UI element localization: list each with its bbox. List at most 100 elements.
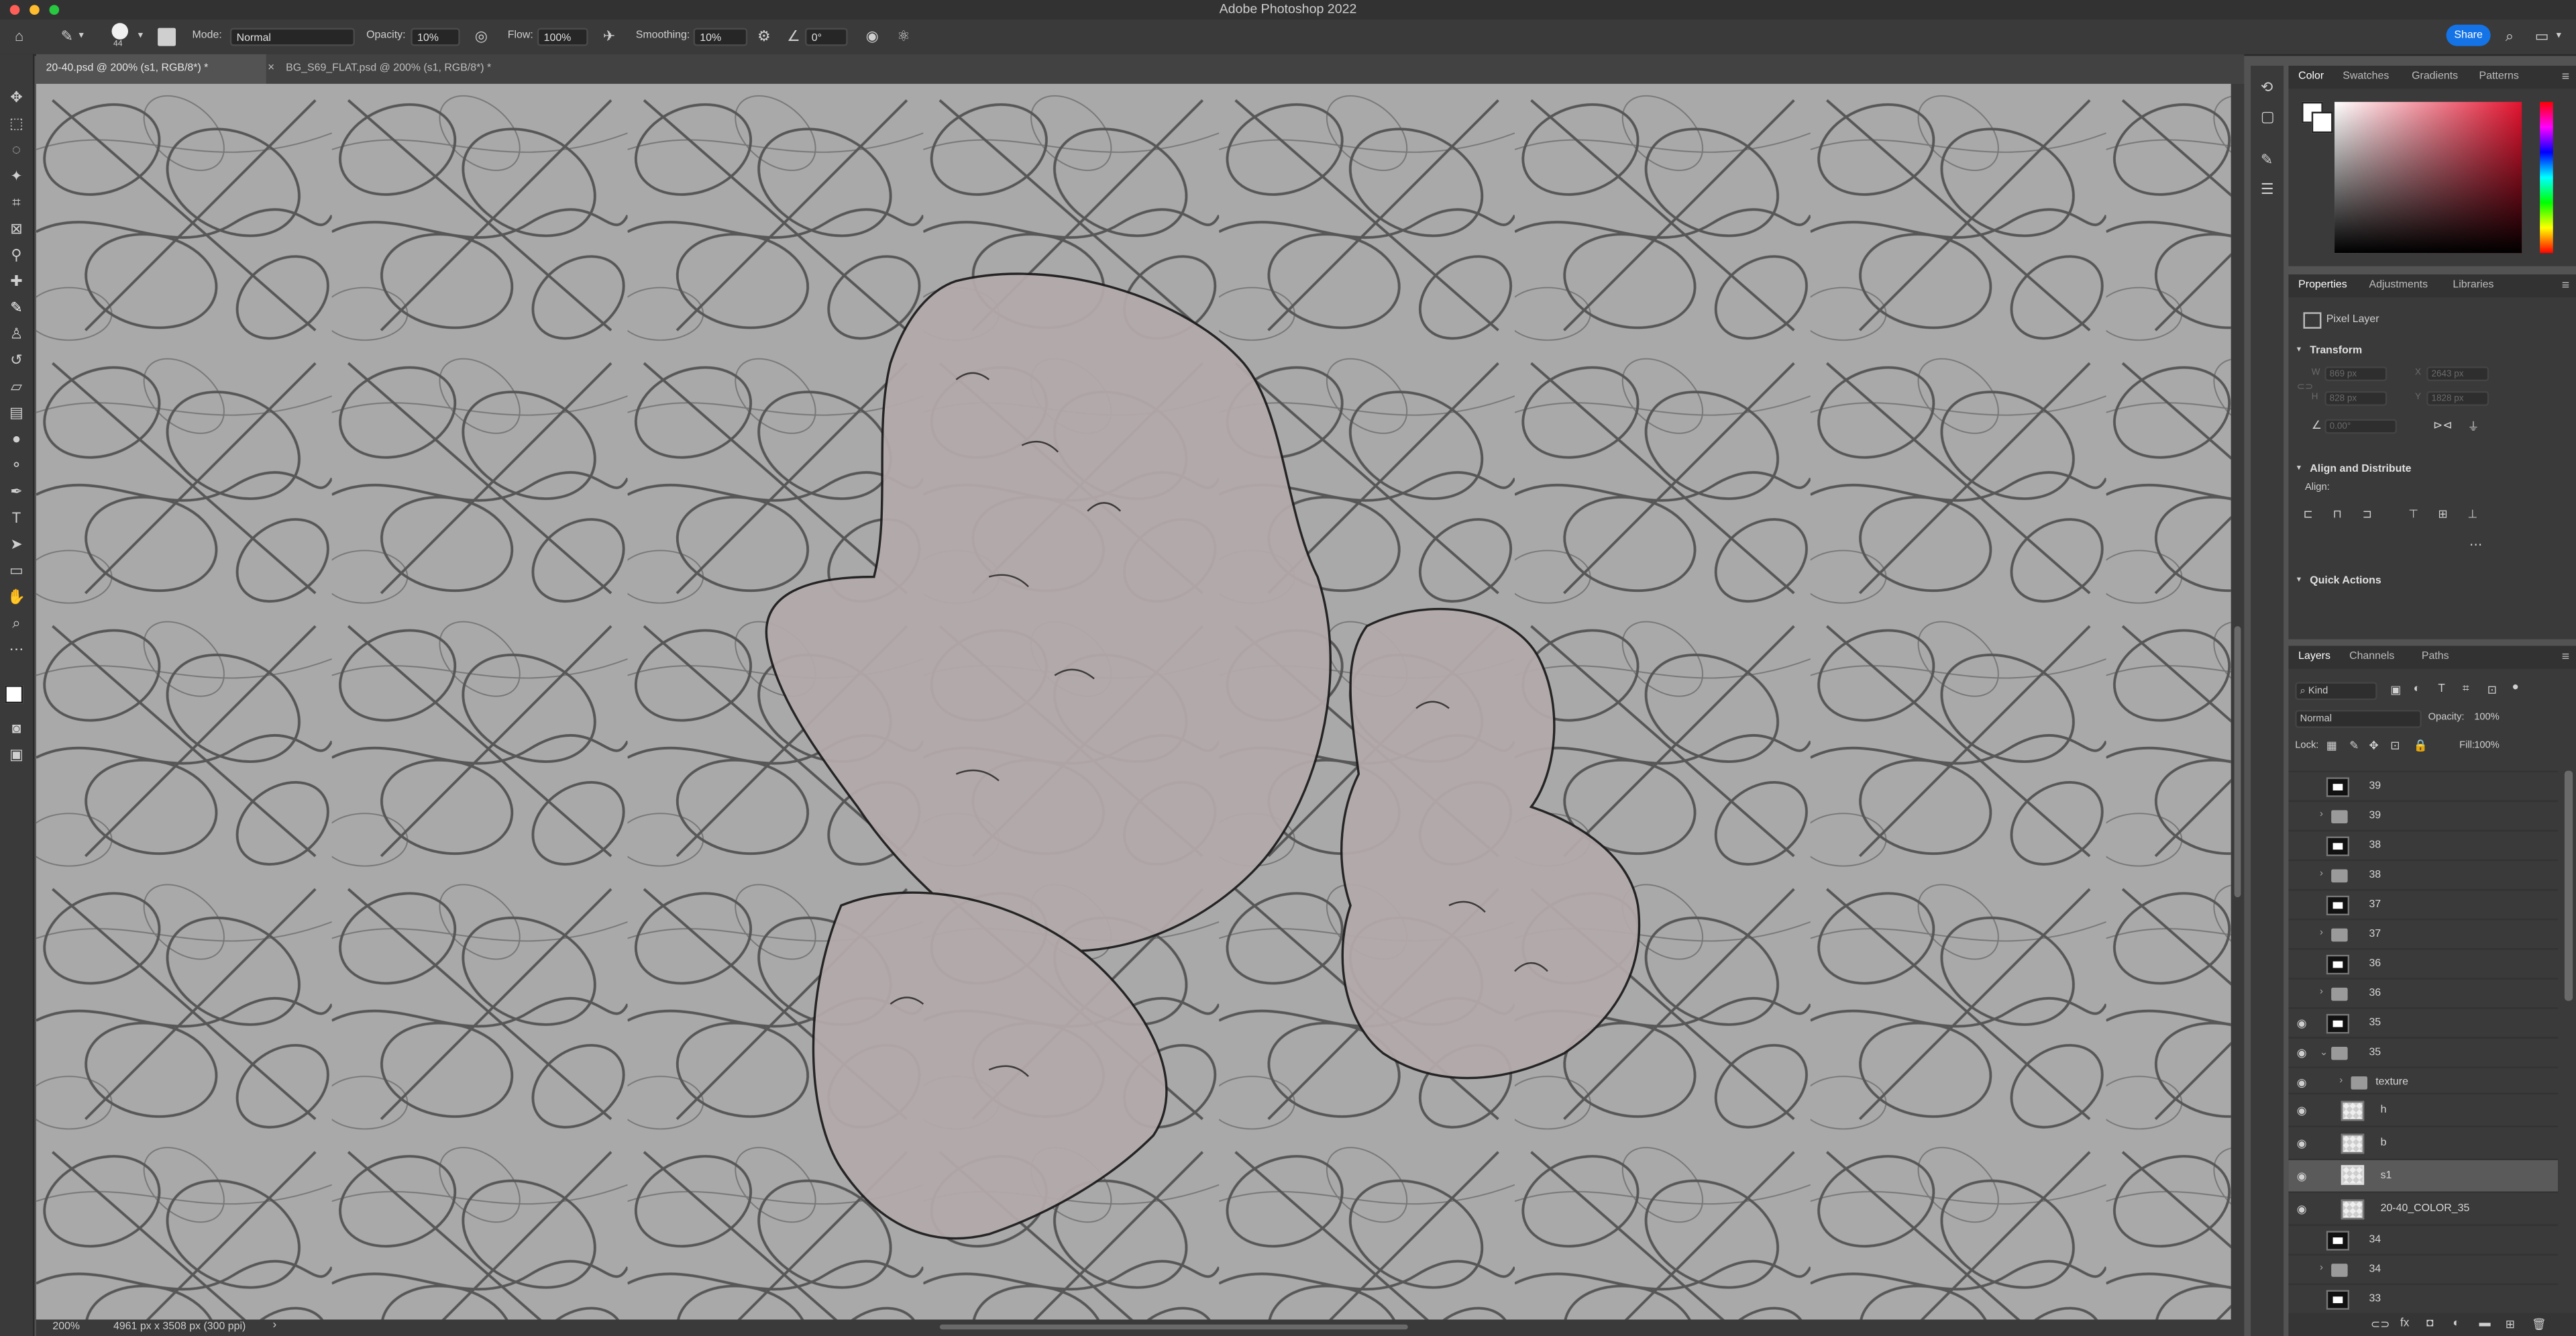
fill-value[interactable]: 100% — [2474, 741, 2500, 751]
align-left-icon[interactable]: ⊏ — [2303, 508, 2312, 521]
panel-menu-icon[interactable]: ≡ — [2562, 66, 2569, 89]
layer-row[interactable]: ◉ › texture — [2288, 1066, 2559, 1094]
layer-row[interactable]: › 34 — [2288, 1253, 2559, 1286]
filter-toggle-icon[interactable]: ● — [2512, 682, 2519, 693]
eyedropper-tool-icon[interactable]: ⚲ — [7, 245, 26, 264]
chevron-right-icon[interactable]: › — [273, 1320, 277, 1331]
layer-row[interactable]: 34 — [2288, 1224, 2559, 1256]
layer-row-selected[interactable]: ◉ s1 — [2288, 1158, 2559, 1193]
healing-brush-tool-icon[interactable]: ✚ — [7, 271, 26, 291]
eye-icon[interactable]: ◉ — [2297, 1170, 2307, 1183]
history-brush-tool-icon[interactable]: ↺ — [7, 350, 26, 370]
document-info[interactable]: 4961 px x 3508 px (300 ppi) — [113, 1321, 246, 1333]
angle-field[interactable]: 0.00° — [2324, 419, 2398, 434]
eye-icon[interactable]: ◉ — [2297, 1137, 2307, 1150]
filter-adjustment-icon[interactable]: ◐ — [2414, 684, 2420, 695]
layer-row[interactable]: ◉ b — [2288, 1125, 2559, 1160]
width-field[interactable]: 869 px — [2324, 366, 2387, 382]
filter-smart-object-icon[interactable]: ⊡ — [2487, 684, 2497, 697]
lock-move-icon[interactable]: ✥ — [2369, 739, 2378, 752]
lock-all-icon[interactable]: 🔒 — [2414, 739, 2428, 752]
layer-filter-select[interactable]: ⌕ Kind — [2295, 682, 2377, 701]
path-selection-tool-icon[interactable]: ➤ — [7, 534, 26, 554]
lock-paint-icon[interactable]: ✎ — [2349, 739, 2359, 752]
filter-shape-icon[interactable]: ⌗ — [2463, 684, 2469, 697]
align-center-icon[interactable]: ⊓ — [2333, 508, 2342, 521]
flow-field[interactable]: 100% — [537, 27, 588, 46]
marquee-tool-icon[interactable]: ⬚ — [7, 113, 26, 133]
eye-icon[interactable]: ◉ — [2297, 1047, 2307, 1060]
tab-color[interactable]: Color — [2298, 66, 2324, 89]
new-group-icon[interactable]: ▬ — [2479, 1318, 2491, 1329]
tab-adjustments[interactable]: Adjustments — [2369, 274, 2428, 297]
vertical-scrollbar[interactable] — [2231, 83, 2245, 1320]
screen-mode-icon[interactable]: ▣ — [7, 744, 26, 764]
layer-row[interactable]: 39 — [2288, 770, 2559, 803]
workspace-icon[interactable]: ▭ — [2535, 28, 2549, 44]
symmetry-icon[interactable]: ⚛ — [897, 28, 910, 44]
lock-artboard-icon[interactable]: ⊡ — [2390, 739, 2400, 752]
brushes-icon[interactable]: ✎ — [2261, 151, 2273, 167]
magic-wand-tool-icon[interactable]: ✦ — [7, 166, 26, 185]
layer-row[interactable]: 36 — [2288, 948, 2559, 980]
frame-tool-icon[interactable]: ⊠ — [7, 219, 26, 238]
eye-icon[interactable]: ◉ — [2297, 1203, 2307, 1216]
layer-row[interactable]: 37 — [2288, 888, 2559, 921]
share-button[interactable]: Share — [2446, 24, 2491, 46]
height-field[interactable]: 828 px — [2324, 391, 2387, 406]
layer-row[interactable]: ◉ 35 — [2288, 1007, 2559, 1039]
pen-tool-icon[interactable]: ✒ — [7, 482, 26, 501]
brush-tool-preset-icon[interactable]: ✎ — [61, 28, 73, 44]
eye-icon[interactable]: ◉ — [2297, 1104, 2307, 1117]
layer-row[interactable]: ◉ ⌄ 35 — [2288, 1037, 2559, 1068]
layer-row[interactable]: 33 — [2288, 1283, 2559, 1313]
layer-row[interactable]: › 36 — [2288, 978, 2559, 1009]
tab-libraries[interactable]: Libraries — [2453, 274, 2493, 297]
x-field[interactable]: 2643 px — [2426, 366, 2489, 382]
background-swatch[interactable] — [2311, 111, 2333, 134]
layer-row[interactable]: › 38 — [2288, 859, 2559, 891]
blend-mode-select[interactable]: Normal — [2295, 709, 2422, 728]
rectangle-tool-icon[interactable]: ▭ — [7, 560, 26, 580]
opacity-field[interactable]: 10% — [411, 27, 460, 46]
quick-mask-icon[interactable]: ◙ — [7, 718, 26, 737]
tab-patterns[interactable]: Patterns — [2479, 66, 2519, 89]
lasso-tool-icon[interactable]: ◌ — [7, 140, 26, 159]
chevron-right-icon[interactable]: › — [2339, 1076, 2343, 1086]
adjustment-layer-icon[interactable]: ◐ — [2453, 1318, 2459, 1329]
horizontal-scrollbar-thumb[interactable] — [939, 1324, 1408, 1330]
chevron-right-icon[interactable]: › — [2320, 988, 2323, 998]
layer-row[interactable]: 38 — [2288, 829, 2559, 862]
type-tool-icon[interactable]: T — [7, 508, 26, 527]
search-icon[interactable]: ⌕ — [2506, 28, 2514, 44]
chevron-right-icon[interactable]: › — [2320, 810, 2323, 820]
link-icon[interactable]: ⊂⊃ — [2297, 381, 2314, 393]
tab-properties[interactable]: Properties — [2298, 274, 2347, 297]
crop-tool-icon[interactable]: ⌗ — [7, 193, 26, 212]
trash-icon[interactable]: 🗑 — [2532, 1318, 2546, 1331]
new-layer-icon[interactable]: ⊞ — [2506, 1318, 2515, 1331]
chevron-down-icon[interactable]: ▾ — [79, 28, 84, 44]
layers-scrollbar-thumb[interactable] — [2564, 770, 2573, 1001]
panel-menu-icon[interactable]: ≡ — [2562, 646, 2569, 668]
pressure-size-icon[interactable]: ◉ — [866, 28, 879, 44]
align-right-icon[interactable]: ⊐ — [2363, 508, 2372, 521]
more-options-icon[interactable]: ⋯ — [2469, 537, 2483, 552]
blur-tool-icon[interactable]: ● — [7, 429, 26, 448]
add-mask-icon[interactable]: ◘ — [2426, 1318, 2433, 1329]
layer-row[interactable]: ◉ 20-40_COLOR_35 — [2288, 1191, 2559, 1226]
brush-settings-icon[interactable] — [158, 28, 176, 46]
zoom-tool-icon[interactable]: ⌕ — [7, 613, 26, 632]
home-icon[interactable]: ⌂ — [15, 28, 23, 44]
adjust-sliders-icon[interactable]: ☰ — [2261, 181, 2274, 197]
comments-icon[interactable]: ▢ — [2261, 109, 2275, 125]
move-tool-icon[interactable]: ✥ — [7, 87, 26, 107]
tab-channels[interactable]: Channels — [2349, 646, 2394, 668]
eye-icon[interactable]: ◉ — [2297, 1076, 2307, 1090]
chevron-down-icon[interactable]: ▾ — [138, 28, 143, 44]
dodge-tool-icon[interactable]: ⚬ — [7, 455, 26, 474]
hand-tool-icon[interactable]: ✋ — [7, 586, 26, 606]
tab-document-1[interactable]: 20-40.psd @ 200% (s1, RGB/8*) * — [36, 54, 266, 84]
tab-document-2[interactable]: BG_S69_FLAT.psd @ 200% (s1, RGB/8*) * — [276, 54, 604, 84]
foreground-color-swatch[interactable] — [5, 685, 23, 704]
